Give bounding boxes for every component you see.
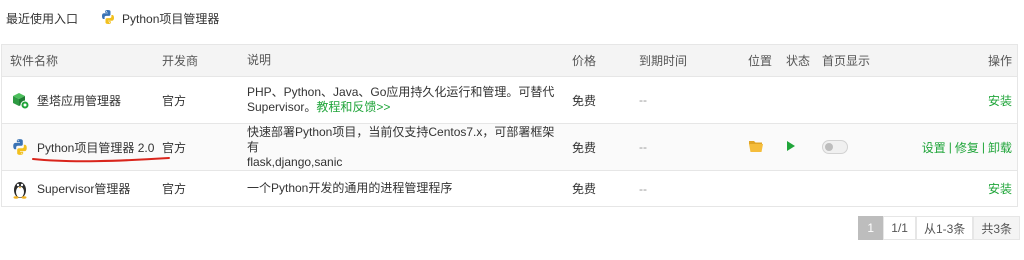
python-icon <box>10 137 30 157</box>
play-icon[interactable] <box>786 140 796 155</box>
software-name: Supervisor管理器 <box>37 182 131 196</box>
tutorial-feedback-link[interactable]: 教程和反馈>> <box>316 100 390 114</box>
op-separator: | <box>981 140 985 154</box>
price: 免费 <box>572 182 597 196</box>
header-price: 价格 <box>572 54 597 68</box>
home-display-toggle[interactable] <box>822 140 848 154</box>
description: PHP、Python、Java、Go应用持久化运行和管理。可替代 Supervi… <box>247 85 555 114</box>
software-name: Python项目管理器 2.0 <box>37 140 155 155</box>
red-underline-annotation <box>32 157 170 163</box>
recent-entry-python-manager[interactable]: Python项目管理器 <box>100 9 219 28</box>
header-developer: 开发商 <box>162 54 199 68</box>
python-icon <box>100 9 116 28</box>
page-count: 1/1 <box>883 216 916 240</box>
expire-date: -- <box>639 140 647 154</box>
developer: 官方 <box>162 140 187 155</box>
price: 免费 <box>572 140 597 155</box>
developer: 官方 <box>162 182 187 196</box>
op-separator: | <box>948 140 952 154</box>
header-description: 说明 <box>247 53 272 67</box>
folder-icon[interactable] <box>748 139 764 156</box>
software-table: 软件名称 开发商 说明 价格 到期时间 位置 状态 首页显示 操作 堡塔应用管理… <box>1 44 1018 207</box>
recent-entry-label: Python项目管理器 <box>122 11 220 26</box>
settings-button[interactable]: 设置 <box>922 139 946 156</box>
header-home-display: 首页显示 <box>822 54 871 68</box>
header-name: 软件名称 <box>10 54 59 68</box>
table-row: Supervisor管理器 官方 一个Python开发的通用的进程管理程序 免费… <box>2 170 1017 206</box>
page-current[interactable]: 1 <box>858 216 884 240</box>
description: 一个Python开发的通用的进程管理程序 <box>247 181 453 195</box>
header-state: 状态 <box>786 54 811 68</box>
description: 快速部署Python项目，当前仅支持Centos7.x，可部署框架有 flask… <box>247 124 555 169</box>
header-expire: 到期时间 <box>639 54 688 68</box>
expire-date: -- <box>639 181 647 196</box>
recent-entries-bar: 最近使用入口 Python项目管理器 <box>6 8 219 28</box>
table-row: 堡塔应用管理器 官方 PHP、Python、Java、Go应用持久化运行和管理。… <box>2 76 1017 123</box>
install-button[interactable]: 安装 <box>988 180 1012 197</box>
expire-date: -- <box>639 93 647 107</box>
header-ops: 操作 <box>987 54 1012 68</box>
header-position: 位置 <box>748 54 773 68</box>
price: 免费 <box>572 93 597 108</box>
table-row: Python项目管理器 2.0 官方 快速部署Python项目，当前仅支持Cen… <box>2 123 1017 170</box>
bt-app-manager-icon <box>10 90 30 110</box>
install-button[interactable]: 安装 <box>988 92 1012 109</box>
developer: 官方 <box>162 93 187 108</box>
repair-button[interactable]: 修复 <box>955 139 979 156</box>
uninstall-button[interactable]: 卸载 <box>988 139 1012 156</box>
software-name: 堡塔应用管理器 <box>37 93 122 108</box>
recent-entries-label: 最近使用入口 <box>6 11 79 26</box>
pagination: 1 1/1 从1-3条 共3条 <box>858 216 1020 240</box>
page-total: 共3条 <box>973 216 1020 240</box>
table-header: 软件名称 开发商 说明 价格 到期时间 位置 状态 首页显示 操作 <box>2 45 1017 76</box>
page-range: 从1-3条 <box>915 216 974 240</box>
linux-penguin-icon <box>10 179 30 199</box>
